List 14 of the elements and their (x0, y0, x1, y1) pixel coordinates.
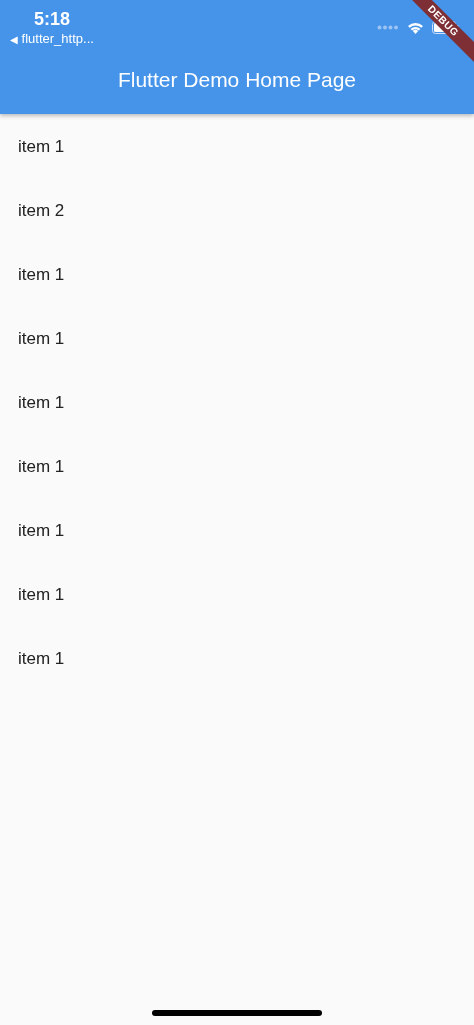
list-item[interactable]: item 1 (18, 393, 65, 413)
list-item[interactable]: item 1 (18, 329, 65, 349)
list-item[interactable]: item 1 (18, 649, 65, 669)
list-item[interactable]: item 1 (18, 457, 65, 477)
list-item[interactable]: item 1 (18, 265, 65, 285)
list-item[interactable]: item 2 (18, 201, 65, 221)
list-item[interactable]: item 1 (18, 137, 65, 157)
signal-icon (377, 25, 399, 30)
list-item[interactable]: item 1 (18, 585, 65, 605)
list-item[interactable]: item 1 (18, 521, 65, 541)
wifi-icon (407, 21, 424, 34)
home-indicator[interactable] (152, 1010, 322, 1016)
app-bar-title: Flutter Demo Home Page (117, 67, 357, 93)
status-time: 5:18 (33, 9, 70, 30)
